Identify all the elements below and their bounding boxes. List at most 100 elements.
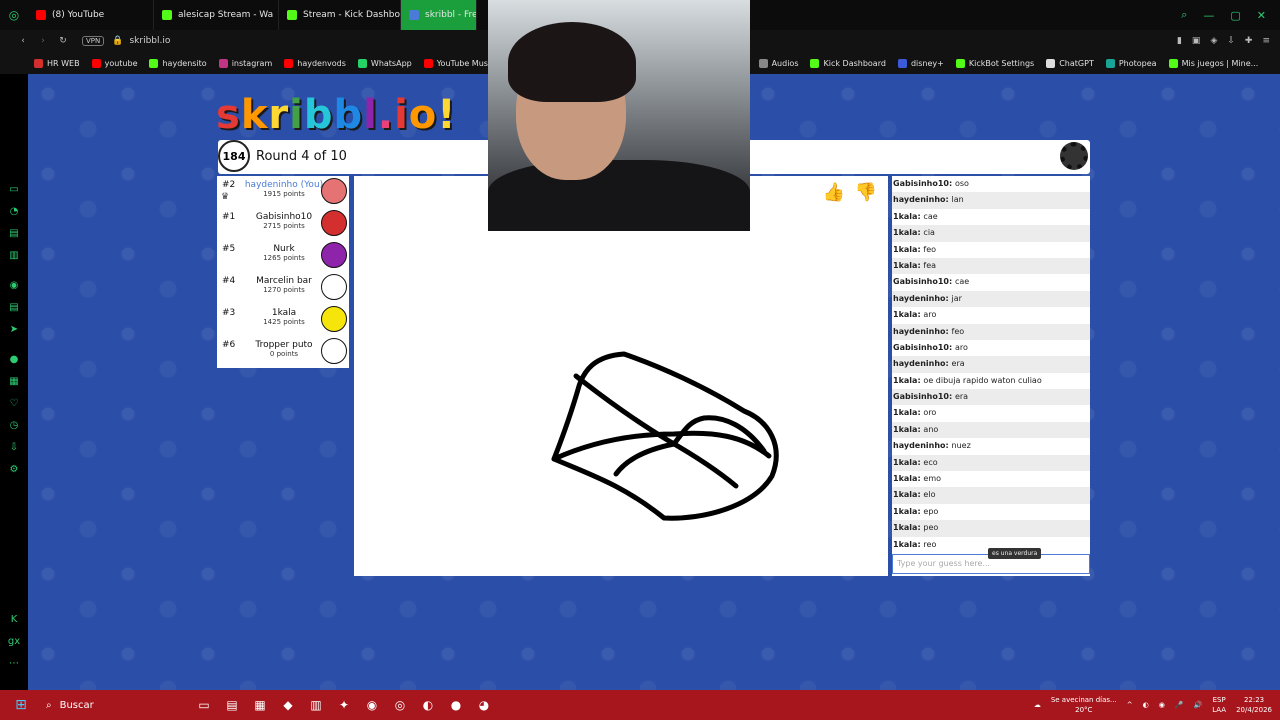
bookmark-label: youtube: [104, 58, 138, 68]
spotify-icon[interactable]: ●: [0, 348, 28, 370]
forward-icon[interactable]: ›: [34, 36, 52, 46]
search-icon[interactable]: ⌕: [1181, 8, 1187, 22]
player-row[interactable]: #3 1kala 1425 points: [217, 304, 349, 336]
taskbar-search[interactable]: ⌕ Buscar: [42, 693, 190, 717]
maximize-icon[interactable]: ▢: [1230, 9, 1240, 22]
browser-tab[interactable]: alesicap Stream - Wa: [154, 0, 279, 30]
teams-icon[interactable]: ◆: [274, 690, 302, 720]
chat-message: 1kala: cia: [892, 225, 1090, 242]
settings-icon[interactable]: ⚙: [0, 458, 28, 480]
language-indicator[interactable]: ESP LAA: [1212, 695, 1226, 715]
bookmark-item[interactable]: Mis juegos | Mine...: [1163, 58, 1265, 68]
chat-text: aro: [923, 310, 937, 320]
heart-icon[interactable]: ♡: [0, 392, 28, 414]
bookmark-item[interactable]: disney+: [892, 58, 950, 68]
whatsapp-icon[interactable]: ▤: [0, 222, 28, 244]
twitch-icon[interactable]: ▤: [0, 296, 28, 318]
tray-chevron-icon[interactable]: ^: [1127, 701, 1133, 709]
browser-tab[interactable]: (8) YouTube: [28, 0, 154, 30]
bookmark-item[interactable]: KickBot Settings: [950, 58, 1040, 68]
steam-icon[interactable]: ◉: [1159, 701, 1165, 709]
chat-text: aro: [954, 342, 968, 352]
bookmark-icon[interactable]: ▮: [1177, 36, 1182, 46]
bookmark-item[interactable]: WhatsApp: [352, 58, 418, 68]
thumbs-down-icon[interactable]: 👎: [852, 178, 880, 206]
browser-tab[interactable]: skribbl - Free: [401, 0, 477, 30]
bookmark-item[interactable]: instagram: [213, 58, 279, 68]
aria-icon[interactable]: ▥: [0, 244, 28, 266]
bookmark-item[interactable]: HR WEB: [28, 58, 86, 68]
bookmark-item[interactable]: haydensito: [143, 58, 212, 68]
back-icon[interactable]: ‹: [14, 36, 32, 46]
messenger-icon[interactable]: ▭: [0, 178, 28, 200]
clock[interactable]: 22:23 20/4/2026: [1236, 695, 1272, 715]
history-icon[interactable]: ◔: [0, 200, 28, 222]
chat-user: 1kala: [893, 408, 918, 418]
chat-message: 1kala: emo: [893, 474, 942, 484]
tab-favicon-icon: [409, 10, 419, 20]
extensions-icon[interactable]: ✚: [1245, 36, 1253, 46]
tray-app-icon[interactable]: ◐: [1143, 701, 1149, 709]
cheat-icon[interactable]: ✦: [330, 690, 358, 720]
bookmark-item[interactable]: youtube: [86, 58, 144, 68]
snapshot-icon[interactable]: ▣: [1192, 36, 1201, 46]
weather-widget[interactable]: Se avecinan días... 20°C: [1051, 695, 1117, 715]
microphone-icon[interactable]: 🎤: [1175, 701, 1184, 709]
player-row[interactable]: #6 Tropper puto 0 points: [217, 336, 349, 368]
bookmark-item[interactable]: Photopea: [1100, 58, 1163, 68]
bookmark-item[interactable]: ChatGPT: [1040, 58, 1100, 68]
opera-gx-icon[interactable]: ◎: [386, 690, 414, 720]
windows-start-icon[interactable]: ⊞: [0, 690, 42, 720]
workspaces-icon[interactable]: ▦: [0, 370, 28, 392]
task-view-icon[interactable]: ▭: [190, 690, 218, 720]
player-name: Marcelin bar: [256, 276, 312, 286]
clock-icon[interactable]: ◷: [0, 414, 28, 436]
telegram-icon[interactable]: ◉: [0, 274, 28, 296]
player-rank: #6: [222, 340, 236, 350]
reload-icon[interactable]: ↻: [54, 36, 72, 46]
close-icon[interactable]: ✕: [1257, 9, 1266, 22]
bookmark-favicon-icon: [34, 58, 43, 68]
send-icon[interactable]: ➤: [0, 318, 28, 340]
tab-label: skribbl - Free: [425, 10, 476, 20]
chat-text: oro: [923, 408, 937, 418]
bookmark-label: HR WEB: [47, 58, 80, 68]
download-icon[interactable]: ⇩: [1227, 36, 1235, 46]
notepad-icon[interactable]: ▥: [302, 690, 330, 720]
gx-icon[interactable]: gx: [0, 630, 28, 652]
bookmark-favicon-icon: [218, 58, 228, 68]
url-field[interactable]: skribbl.io: [129, 36, 170, 46]
obs-icon[interactable]: ◐: [414, 690, 442, 720]
bookmark-item[interactable]: Kick Dashboard: [804, 58, 891, 68]
bookmark-favicon-icon: [810, 58, 820, 68]
bookmark-label: Photopea: [1118, 58, 1157, 68]
gear-icon[interactable]: [1060, 142, 1088, 170]
player-row[interactable]: #4 Marcelin bar 1270 points: [217, 272, 349, 304]
bookmark-item[interactable]: Audios: [753, 58, 805, 68]
kick-icon[interactable]: K: [0, 608, 28, 630]
vpn-badge[interactable]: VPN: [82, 36, 105, 46]
minimize-icon[interactable]: —: [1203, 9, 1214, 22]
webcam-overlay: [488, 0, 750, 231]
shield-icon[interactable]: ◈: [1210, 36, 1217, 46]
player-row[interactable]: #5 Nurk 1265 points: [217, 240, 349, 272]
drawing-canvas[interactable]: 👍 👎: [354, 176, 888, 576]
spotify-icon[interactable]: ●: [442, 690, 470, 720]
player-avatar: [321, 274, 347, 300]
tab-label: (8) YouTube: [52, 10, 105, 20]
downloads-icon[interactable]: ⇩: [0, 436, 28, 458]
thumbs-up-icon[interactable]: 👍: [820, 178, 848, 206]
file-explorer-icon[interactable]: ▤: [218, 690, 246, 720]
volume-icon[interactable]: 🔊: [1194, 701, 1203, 709]
calculator-icon[interactable]: ▦: [246, 690, 274, 720]
menu-icon[interactable]: ≡: [1262, 36, 1270, 46]
player-row[interactable]: #2 haydeninho (You) 1915 points ♛: [217, 176, 349, 208]
chat-text: cia: [923, 228, 935, 238]
chrome-icon[interactable]: ◉: [358, 690, 386, 720]
player-row[interactable]: #1 Gabisinho10 2715 points: [217, 208, 349, 240]
bookmark-item[interactable]: haydenvods: [278, 58, 352, 68]
opera-menu-icon[interactable]: ◎: [0, 0, 28, 30]
discord-icon[interactable]: ◕: [470, 690, 498, 720]
browser-tab[interactable]: Stream - Kick Dashboard: [279, 0, 401, 30]
more-icon[interactable]: ⋯: [0, 652, 28, 674]
